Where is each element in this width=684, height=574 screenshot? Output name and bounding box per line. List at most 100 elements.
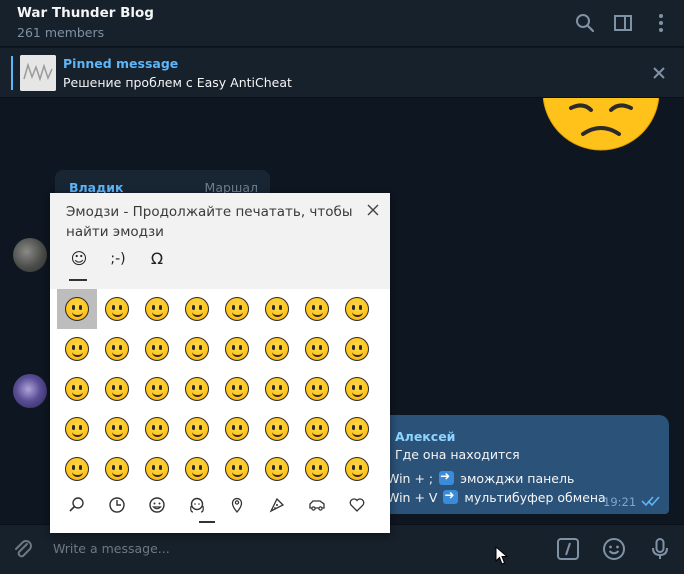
close-icon[interactable] — [651, 65, 667, 81]
mic-icon[interactable] — [648, 537, 672, 561]
emoji-panel-header: Эмодзи - Продолжайте печатать, чтобы най… — [50, 193, 390, 289]
smiley-face-icon — [265, 417, 289, 441]
emoji-cell[interactable] — [57, 289, 97, 329]
emoji-cell[interactable] — [337, 289, 377, 329]
smiley-face-icon — [345, 337, 369, 361]
smiley-face-icon — [105, 417, 129, 441]
attach-icon[interactable] — [11, 537, 35, 561]
emoji-cell[interactable] — [137, 289, 177, 329]
emoji-cell[interactable] — [337, 329, 377, 369]
smiley-face-icon — [145, 377, 169, 401]
smiley-face-icon — [105, 377, 129, 401]
emoji-cell[interactable] — [57, 449, 97, 489]
travel-icon[interactable] — [297, 491, 337, 519]
smiley-face-icon — [145, 457, 169, 481]
emoji-cell[interactable] — [177, 289, 217, 329]
emoji-cell[interactable] — [257, 409, 297, 449]
emoji-cell[interactable] — [97, 329, 137, 369]
message-input[interactable]: Write a message... — [53, 541, 170, 556]
emoji-cell[interactable] — [137, 449, 177, 489]
emoji-cell[interactable] — [57, 369, 97, 409]
emoji-cell[interactable] — [297, 449, 337, 489]
smiley-face-icon — [345, 417, 369, 441]
emoji-cell[interactable] — [337, 449, 377, 489]
places-icon[interactable] — [217, 491, 257, 519]
arrow-right-icon — [439, 469, 455, 485]
emoji-category-bar — [50, 491, 390, 531]
message-time: 19:21 — [603, 495, 637, 509]
emoji-panel-hint: Эмодзи - Продолжайте печатать, чтобы най… — [66, 204, 353, 240]
emoji-cell[interactable] — [217, 289, 257, 329]
smiley-face-icon — [185, 297, 209, 321]
sidebar-icon[interactable] — [612, 12, 634, 34]
emoji-cell[interactable] — [297, 369, 337, 409]
pinned-text: Решение проблем с Easy AntiCheat — [63, 75, 292, 90]
smiley-face-icon — [105, 337, 129, 361]
chat-title[interactable]: War Thunder Blog — [17, 5, 154, 21]
emoji-panel: Эмодзи - Продолжайте печатать, чтобы най… — [50, 193, 390, 533]
smiley-face-icon — [65, 377, 89, 401]
emoji-cell[interactable] — [97, 289, 137, 329]
emoji-cell[interactable] — [177, 369, 217, 409]
emoji-cell[interactable] — [57, 409, 97, 449]
mouse-cursor-icon — [495, 546, 509, 565]
tab-symbols[interactable]: Ω — [146, 249, 168, 275]
smiley-face-icon — [185, 337, 209, 361]
emoji-cell[interactable] — [217, 329, 257, 369]
emoji-cell[interactable] — [97, 369, 137, 409]
emoji-cell[interactable] — [177, 449, 217, 489]
smiley-face-icon — [265, 297, 289, 321]
avatar[interactable] — [13, 374, 47, 408]
emoji-cell[interactable] — [57, 329, 97, 369]
tab-emoji[interactable]: ☺ — [68, 249, 90, 275]
emoji-cell[interactable] — [137, 329, 177, 369]
commands-icon[interactable] — [556, 537, 580, 561]
emoji-cell[interactable] — [297, 329, 337, 369]
emoji-cell[interactable] — [137, 369, 177, 409]
people-icon[interactable] — [177, 491, 217, 519]
smiley-face-icon — [185, 457, 209, 481]
emoji-cell[interactable] — [337, 369, 377, 409]
emoji-icon[interactable] — [602, 537, 626, 561]
smiley-face-icon — [305, 377, 329, 401]
outgoing-message[interactable]: Алексей Где она находится Win + ; эмождж… — [375, 415, 669, 514]
emoji-cell[interactable] — [257, 369, 297, 409]
smiley-face-icon — [65, 337, 89, 361]
avatar[interactable] — [13, 238, 47, 272]
emoji-cell[interactable] — [337, 409, 377, 449]
emoji-cell[interactable] — [177, 409, 217, 449]
smiley-face-icon — [105, 457, 129, 481]
emoji-cell[interactable] — [257, 289, 297, 329]
emoji-cell[interactable] — [97, 449, 137, 489]
smiley-face-icon — [65, 417, 89, 441]
more-vertical-icon[interactable] — [650, 12, 672, 34]
shortcut-text: Win + ; — [387, 471, 434, 486]
smiley-face-icon — [65, 297, 89, 321]
emoji-cell[interactable] — [97, 409, 137, 449]
emoji-cell[interactable] — [177, 329, 217, 369]
tab-indicator — [69, 279, 87, 281]
close-icon[interactable] — [366, 203, 380, 217]
search-icon[interactable] — [574, 12, 596, 34]
pinned-message-bar[interactable]: Pinned message Решение проблем с Easy An… — [0, 48, 684, 98]
recent-icon[interactable] — [97, 491, 137, 519]
tab-kaomoji[interactable]: ;-) — [106, 251, 130, 277]
smiley-face-icon — [305, 297, 329, 321]
smiley-face-icon — [145, 417, 169, 441]
emoji-cell[interactable] — [217, 409, 257, 449]
food-icon[interactable] — [257, 491, 297, 519]
emoji-cell[interactable] — [297, 289, 337, 329]
emoji-cell[interactable] — [137, 409, 177, 449]
smileys-icon[interactable] — [137, 491, 177, 519]
emoji-cell[interactable] — [257, 449, 297, 489]
smiley-face-icon — [185, 417, 209, 441]
emoji-cell[interactable] — [297, 409, 337, 449]
sender-name[interactable]: Алексей — [395, 429, 455, 444]
smiley-face-icon — [145, 337, 169, 361]
heart-icon[interactable] — [337, 491, 377, 519]
search-icon[interactable] — [57, 491, 97, 519]
emoji-cell[interactable] — [257, 329, 297, 369]
smiley-face-icon — [265, 377, 289, 401]
emoji-cell[interactable] — [217, 369, 257, 409]
emoji-cell[interactable] — [217, 449, 257, 489]
